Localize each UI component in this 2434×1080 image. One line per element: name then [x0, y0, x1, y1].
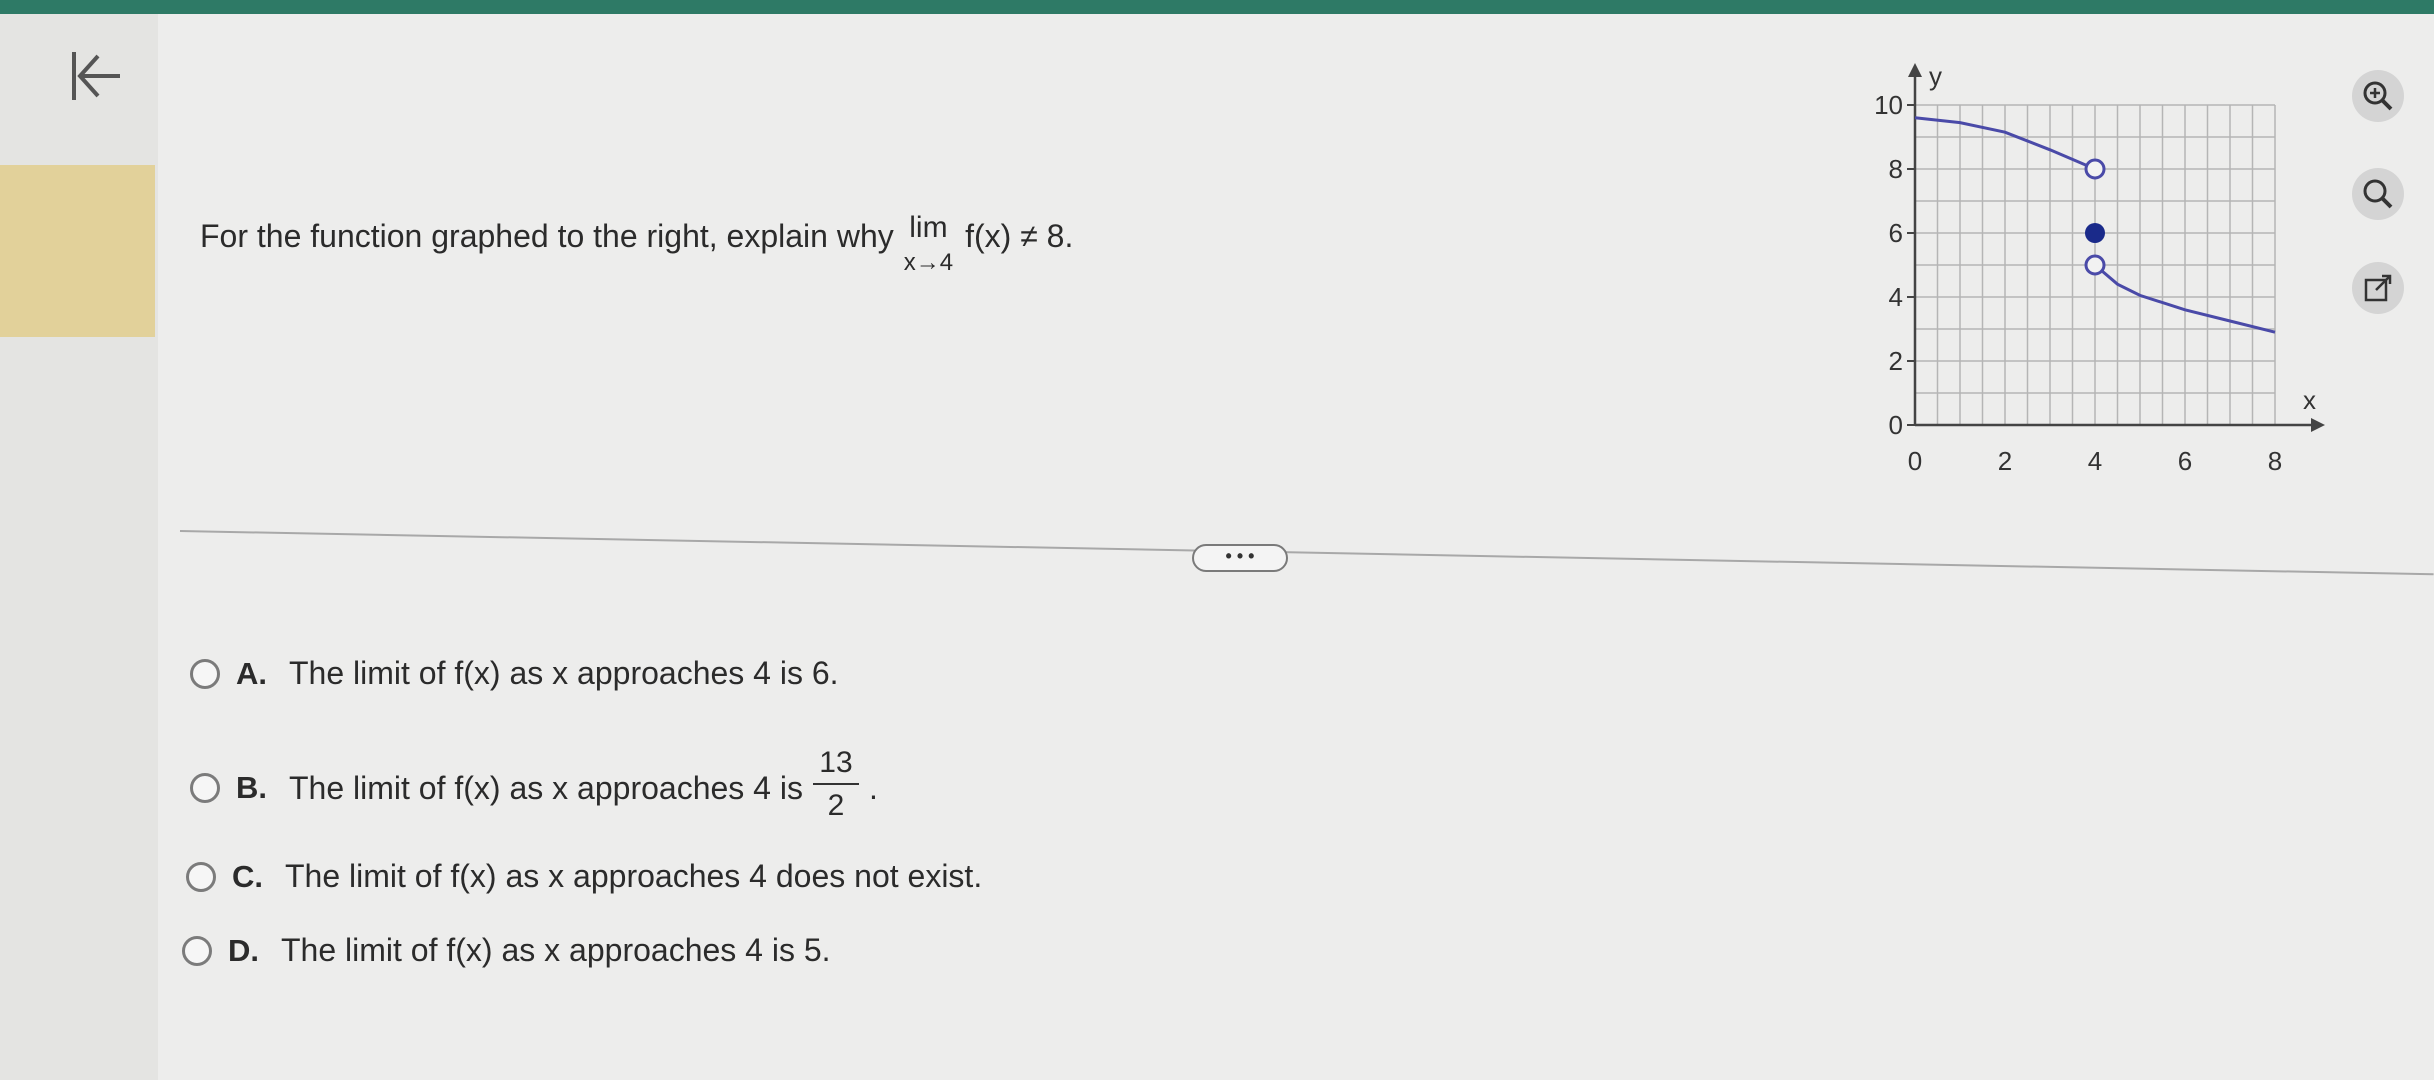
option-b-letter: B. — [236, 770, 267, 805]
back-to-start-button[interactable] — [62, 42, 152, 122]
x-tick-label: 6 — [2178, 446, 2192, 476]
question-text: For the function graphed to the right, e… — [200, 205, 1074, 275]
option-c[interactable]: C. The limit of f(x) as x approaches 4 d… — [186, 858, 982, 895]
option-d-radio[interactable] — [182, 935, 212, 966]
y-tick-label: 10 — [1874, 90, 1903, 120]
y-tick-label: 8 — [1889, 154, 1903, 184]
x-tick-label: 0 — [1908, 446, 1922, 476]
open-point — [2084, 254, 2106, 276]
limit-notation: lim x→4 — [904, 213, 953, 275]
zoom-out-icon — [2363, 179, 2393, 209]
y-tick-label: 2 — [1889, 346, 1903, 376]
option-b[interactable]: B. The limit of f(x) as x approaches 4 i… — [190, 746, 878, 826]
x-tick-label: 2 — [1998, 446, 2012, 476]
y-tick-label: 0 — [1889, 410, 1903, 440]
limit-subscript: x→4 — [903, 249, 954, 276]
option-a-letter: A. — [236, 655, 267, 691]
option-d-text: The limit of f(x) as x approaches 4 is 5… — [281, 932, 831, 968]
function-graph: 0 2 4 6 8 0 2 4 6 8 10 x y — [1874, 61, 2325, 476]
question-suffix: f(x) ≠ 8. — [965, 218, 1074, 254]
closed-point — [2085, 223, 2105, 243]
open-external-button[interactable] — [2352, 262, 2404, 314]
option-b-period: . — [868, 769, 878, 806]
option-a[interactable]: A. The limit of f(x) as x approaches 4 i… — [190, 655, 839, 692]
back-arrow-icon — [72, 52, 120, 100]
option-d[interactable]: D. The limit of f(x) as x approaches 4 i… — [182, 932, 831, 969]
top-bar — [0, 0, 2434, 14]
zoom-out-button[interactable] — [2352, 168, 2404, 220]
limit-word: lim — [909, 211, 948, 244]
zoom-in-icon — [2363, 81, 2393, 111]
x-tick-label: 8 — [2268, 446, 2282, 476]
expand-more-button[interactable]: • • • — [1192, 544, 1288, 572]
fraction-bar — [812, 783, 859, 785]
external-link-icon — [2364, 274, 2392, 302]
question-prefix: For the function graphed to the right, e… — [200, 218, 894, 254]
option-b-radio[interactable] — [190, 773, 220, 803]
fraction-denominator: 2 — [827, 789, 845, 822]
left-panel-highlight — [0, 165, 155, 337]
option-b-text: The limit of f(x) as x approaches 4 is — [289, 769, 803, 806]
option-a-radio[interactable] — [190, 658, 220, 689]
option-c-text: The limit of f(x) as x approaches 4 does… — [285, 858, 983, 894]
y-tick-label: 6 — [1889, 218, 1903, 248]
option-c-letter: C. — [232, 858, 263, 894]
y-axis-label: y — [1929, 61, 1942, 91]
x-axis-label: x — [2303, 385, 2316, 415]
x-tick-label: 4 — [2088, 446, 2102, 476]
option-a-text: The limit of f(x) as x approaches 4 is 6… — [289, 655, 839, 691]
y-tick-label: 4 — [1889, 282, 1903, 312]
zoom-in-button[interactable] — [2352, 70, 2404, 122]
open-point — [2084, 158, 2106, 180]
fraction-numerator: 13 — [819, 746, 853, 779]
y-axis-arrow — [1908, 63, 1922, 77]
x-axis-arrow — [2311, 418, 2325, 432]
option-c-radio[interactable] — [186, 861, 216, 892]
option-d-letter: D. — [228, 932, 259, 968]
option-b-fraction: 13 2 — [812, 746, 859, 822]
